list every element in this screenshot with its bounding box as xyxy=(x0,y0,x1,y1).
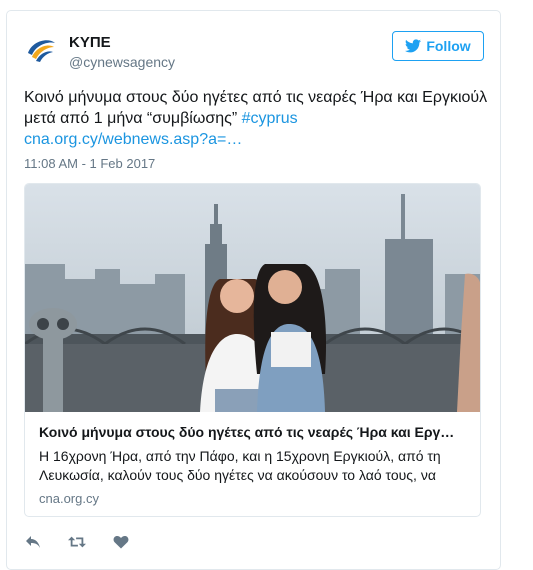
tweet-header: ΚΥΠΕ @cynewsagency Follow xyxy=(24,31,484,73)
follow-label: Follow xyxy=(426,38,471,54)
tweet-actions xyxy=(24,531,130,553)
account-avatar[interactable] xyxy=(24,33,58,67)
card-photo xyxy=(25,184,480,412)
card-domain: cna.org.cy xyxy=(39,491,99,506)
retweet-icon[interactable] xyxy=(68,533,86,551)
tweet-card: ΚΥΠΕ @cynewsagency Follow Κοινό μήνυμα σ… xyxy=(6,10,501,570)
like-icon[interactable] xyxy=(112,533,130,551)
reply-icon[interactable] xyxy=(24,533,42,551)
account-handle[interactable]: @cynewsagency xyxy=(69,54,175,70)
tweet-url-link[interactable]: cna.org.cy/webnews.asp?a=… xyxy=(24,131,242,148)
tweet-timestamp[interactable]: 11:08 AM - 1 Feb 2017 xyxy=(24,156,155,171)
follow-button[interactable]: Follow xyxy=(392,31,484,61)
card-title[interactable]: Κοινό μήνυμα στους δύο ηγέτες από τις νε… xyxy=(39,424,469,440)
card-description: Η 16χρονη Ήρα, από την Πάφο, και η 15χρο… xyxy=(39,448,441,483)
card-body[interactable]: Κοινό μήνυμα στους δύο ηγέτες από τις νε… xyxy=(25,412,480,516)
account-name[interactable]: ΚΥΠΕ xyxy=(69,34,111,51)
cna-logo-icon xyxy=(26,35,56,65)
hashtag-link[interactable]: #cyprus xyxy=(242,110,298,127)
tweet-text: Κοινό μήνυμα στους δύο ηγέτες από τις νε… xyxy=(24,87,494,150)
link-preview-card[interactable]: Κοινό μήνυμα στους δύο ηγέτες από τις νε… xyxy=(24,183,481,517)
twitter-bird-icon xyxy=(405,39,422,53)
